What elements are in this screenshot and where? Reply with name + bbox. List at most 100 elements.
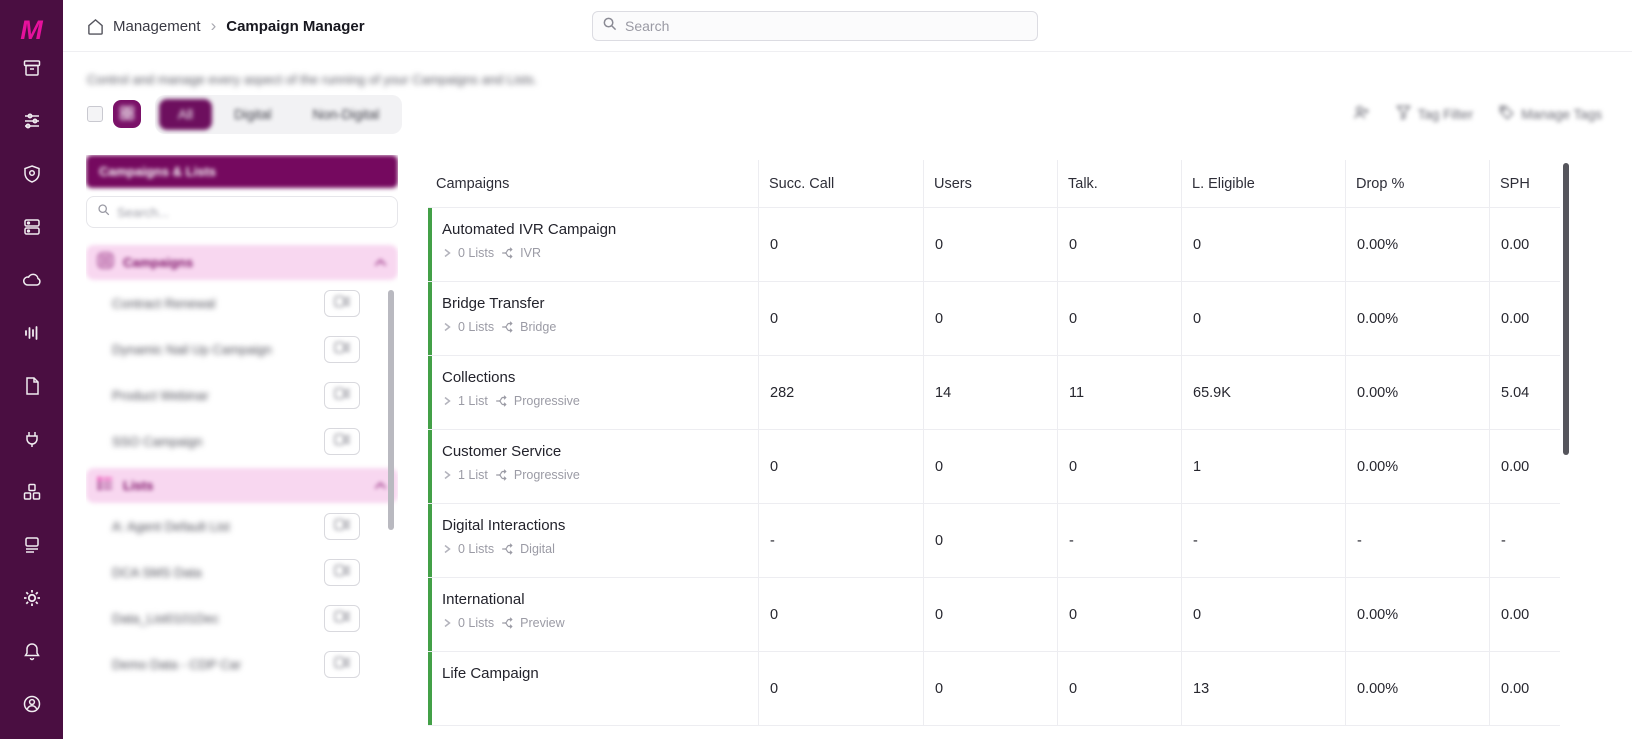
call-split-icon (500, 320, 514, 334)
user-icon[interactable] (22, 694, 42, 714)
call-split-icon (500, 616, 514, 630)
campaign-item[interactable]: Product Webinar (86, 372, 398, 418)
list-item[interactable]: DCA SMS Data (86, 549, 398, 595)
cell-l-eligible: 13 (1181, 652, 1345, 725)
dialer-button[interactable] (324, 559, 360, 586)
scrollbar-thumb[interactable] (388, 290, 394, 530)
voice-icon[interactable] (22, 323, 42, 343)
table-row[interactable]: International 0 ListsPreview 0 0 0 0 0.0… (428, 578, 1560, 652)
dialer-button[interactable] (324, 336, 360, 363)
chevron-right-icon[interactable] (442, 618, 452, 628)
table-row[interactable]: Bridge Transfer 0 ListsBridge 0 0 0 0 0.… (428, 282, 1560, 356)
cell-talk: 0 (1057, 208, 1181, 281)
table-header: Campaigns Succ. Call Users Talk. L. Elig… (428, 160, 1560, 208)
column-header: Users (923, 160, 1057, 207)
sliders-icon[interactable] (22, 111, 42, 131)
campaign-name[interactable]: International (442, 591, 525, 608)
tag-filter-button[interactable]: Tag Filter (1396, 105, 1474, 123)
campaigns-section-header[interactable]: Campaigns (86, 245, 398, 280)
campaign-name[interactable]: Customer Service (442, 443, 561, 460)
filter-non-digital-button[interactable]: Non-Digital (294, 99, 399, 130)
breadcrumb-section[interactable]: Management (113, 18, 201, 35)
chevron-up-icon[interactable] (374, 258, 387, 267)
campaign-name[interactable]: Automated IVR Campaign (442, 221, 616, 238)
list-item[interactable]: Data_List0101Dec (86, 595, 398, 641)
chevron-right-icon[interactable] (442, 470, 452, 480)
filter-all-button[interactable]: All (159, 99, 212, 130)
cell-sph: 0.00 (1489, 208, 1560, 281)
gear-icon[interactable] (22, 588, 42, 608)
lists-count[interactable]: 0 Lists (458, 542, 494, 556)
campaign-name[interactable]: Digital Interactions (442, 517, 565, 534)
cell-succ-call: 0 (758, 652, 923, 725)
lists-count[interactable]: 1 List (458, 394, 488, 408)
manage-tags-button[interactable]: Manage Tags (1499, 105, 1602, 123)
campaign-item[interactable]: Contract Renewal (86, 280, 398, 326)
bell-icon[interactable] (22, 641, 42, 661)
document-icon[interactable] (22, 376, 42, 396)
dialer-button[interactable] (324, 290, 360, 317)
server-icon[interactable] (22, 217, 42, 237)
lists-count[interactable]: 0 Lists (458, 616, 494, 630)
lists-section-label: Lists (123, 478, 153, 493)
cell-sph: - (1489, 504, 1560, 577)
cell-sph: 0.00 (1489, 430, 1560, 503)
campaigns-section-label: Campaigns (123, 255, 193, 270)
campaign-type: Progressive (514, 468, 580, 482)
cell-users: 0 (923, 578, 1057, 651)
scrollbar-thumb[interactable] (1563, 163, 1569, 455)
campaigns-table: Campaigns Succ. Call Users Talk. L. Elig… (428, 160, 1560, 726)
archive-icon[interactable] (22, 58, 42, 78)
app-logo[interactable]: M (20, 10, 43, 50)
column-header: Campaigns (428, 160, 758, 207)
cell-succ-call: 0 (758, 208, 923, 281)
chevron-right-icon[interactable] (442, 322, 452, 332)
lists-count[interactable]: 1 List (458, 468, 488, 482)
table-row[interactable]: Customer Service 1 ListProgressive 0 0 0… (428, 430, 1560, 504)
filter-digital-button[interactable]: Digital (215, 99, 291, 130)
view-toggle-button[interactable] (113, 100, 141, 128)
table-row[interactable]: Life Campaign 0 0 0 13 0.00% 0.00 (428, 652, 1560, 726)
campaign-name[interactable]: Collections (442, 369, 515, 386)
tag-icon (1499, 105, 1514, 123)
campaign-item[interactable]: Dynamic Nail Up Campaign (86, 326, 398, 372)
lists-count[interactable]: 0 Lists (458, 246, 494, 260)
cloud-icon[interactable] (22, 270, 42, 290)
chevron-right-icon[interactable] (442, 396, 452, 406)
campaign-name[interactable]: Bridge Transfer (442, 295, 545, 312)
chevron-right-icon[interactable] (442, 544, 452, 554)
campaign-name[interactable]: Life Campaign (442, 665, 539, 682)
table-row[interactable]: Automated IVR Campaign 0 ListsIVR 0 0 0 … (428, 208, 1560, 282)
shield-icon[interactable] (22, 164, 42, 184)
cell-l-eligible: 0 (1181, 208, 1345, 281)
table-row[interactable]: Digital Interactions 0 ListsDigital - 0 … (428, 504, 1560, 578)
campaign-item[interactable]: SSO Campaign (86, 418, 398, 464)
dialer-button[interactable] (324, 513, 360, 540)
list-item[interactable]: Demo Data - CDP Car (86, 641, 398, 687)
dialer-button[interactable] (324, 382, 360, 409)
plug-icon[interactable] (22, 429, 42, 449)
panel-search-input[interactable] (117, 205, 387, 220)
list-item[interactable]: A: Agent Default List (86, 503, 398, 549)
home-icon[interactable] (87, 18, 104, 35)
dialer-button[interactable] (324, 651, 360, 678)
dialer-button[interactable] (324, 605, 360, 632)
cell-drop: 0.00% (1345, 578, 1489, 651)
panel-search[interactable] (86, 196, 398, 228)
cell-talk: 0 (1057, 652, 1181, 725)
table-row[interactable]: Collections 1 ListProgressive 282 14 11 … (428, 356, 1560, 430)
cards-icon[interactable] (22, 535, 42, 555)
lists-count[interactable]: 0 Lists (458, 320, 494, 334)
sidebar-icons (22, 58, 42, 714)
global-search[interactable] (592, 11, 1038, 41)
assign-user-button[interactable] (1353, 104, 1370, 124)
select-all-checkbox[interactable] (87, 106, 103, 122)
chevron-up-icon[interactable] (374, 481, 387, 490)
chevron-right-icon[interactable] (442, 248, 452, 258)
lists-section-header[interactable]: Lists (86, 468, 398, 503)
cell-talk: 11 (1057, 356, 1181, 429)
puzzle-icon[interactable] (22, 482, 42, 502)
cell-l-eligible: 1 (1181, 430, 1345, 503)
dialer-button[interactable] (324, 428, 360, 455)
global-search-input[interactable] (625, 18, 1028, 34)
